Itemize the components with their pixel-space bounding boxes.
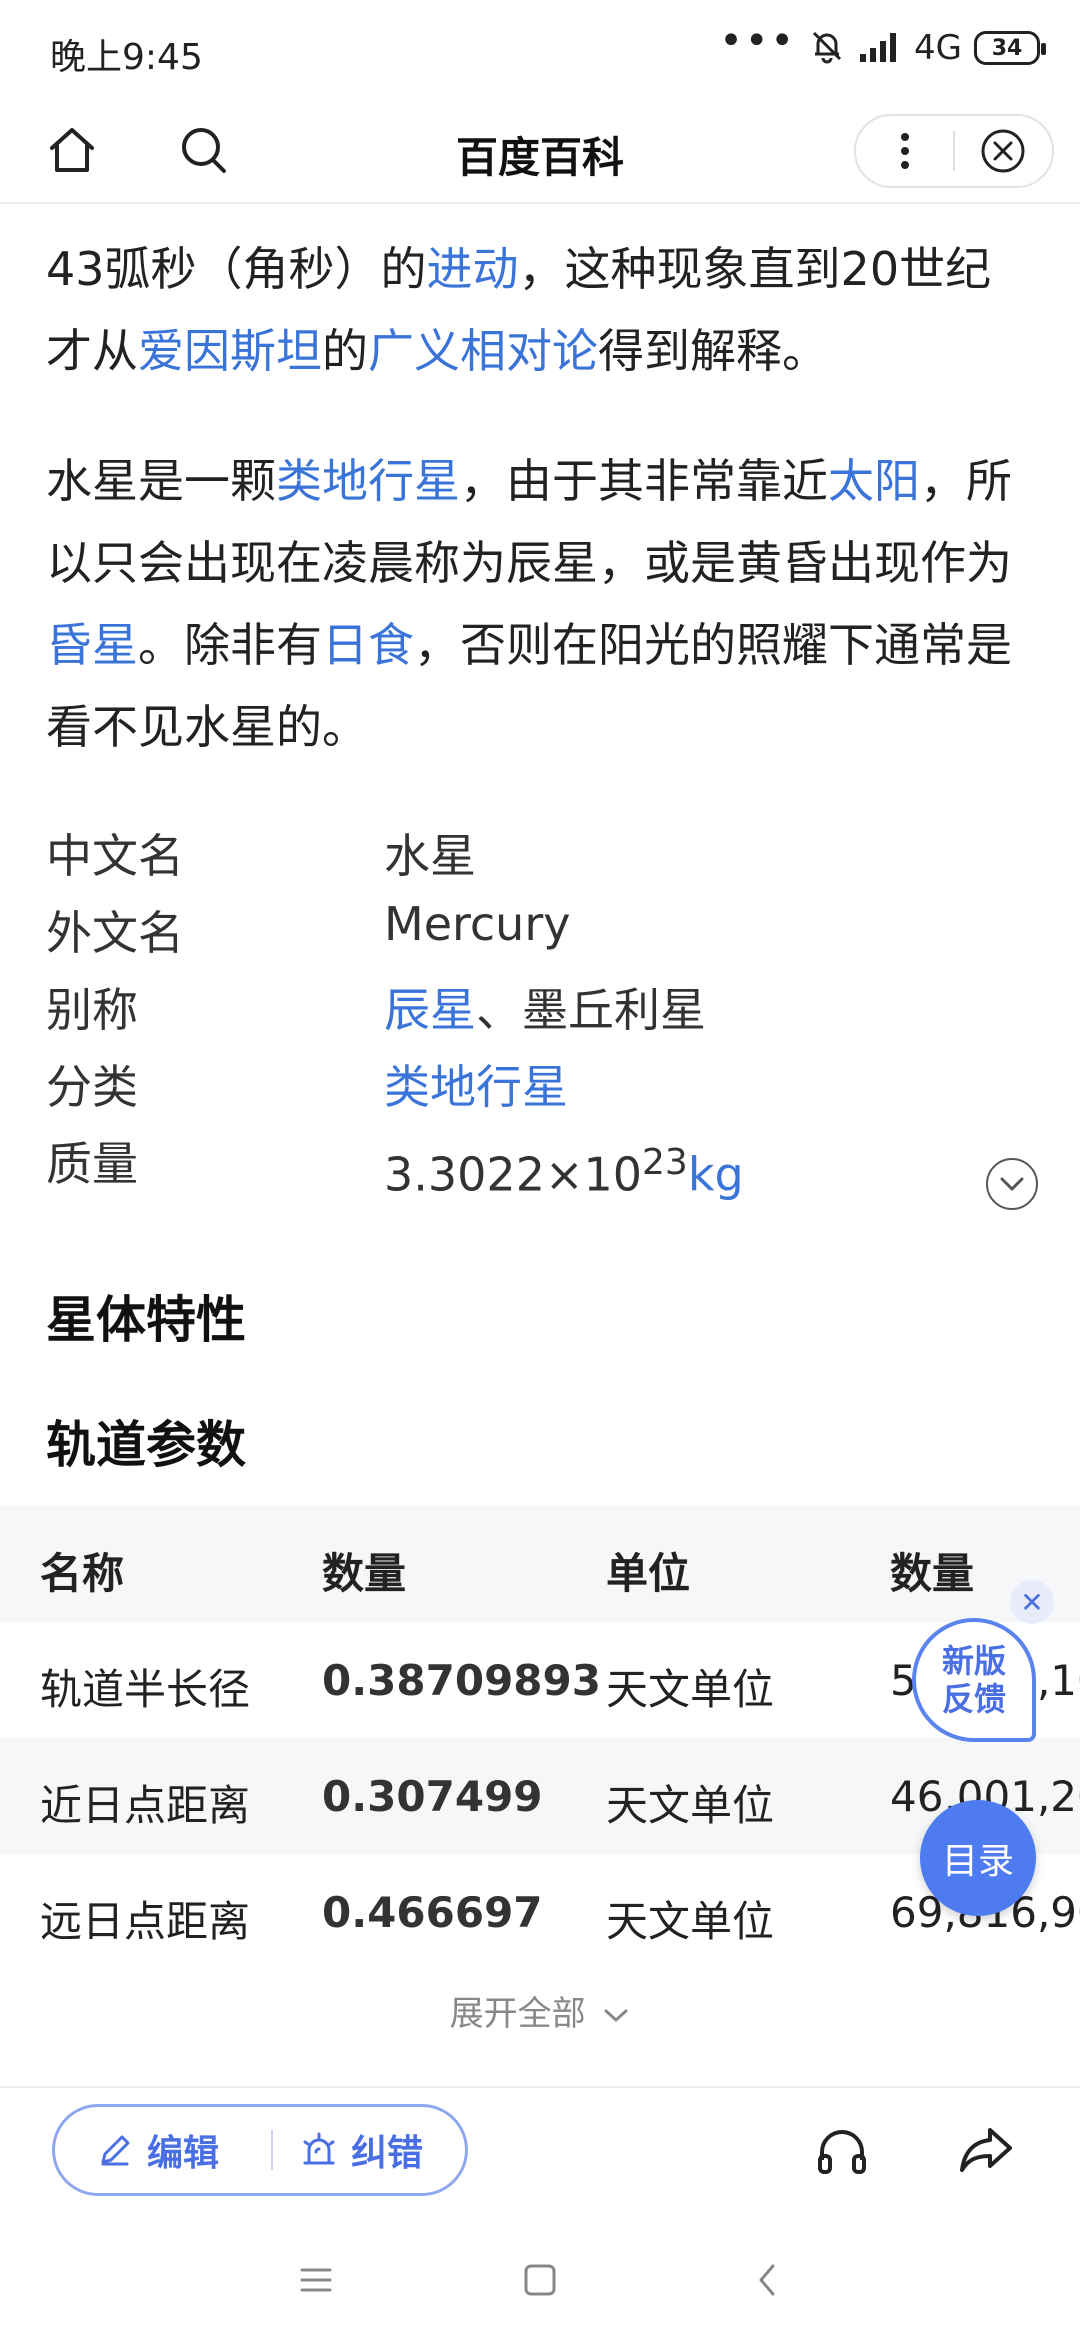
signal-icon (858, 28, 902, 68)
mute-bell-icon (808, 27, 846, 69)
link-eclipse[interactable]: 日食 (322, 618, 414, 672)
edit-label: 编辑 (147, 2133, 220, 2174)
new-version-feedback-button[interactable]: 新版 反馈 (912, 1618, 1036, 1742)
article-paragraph-2: 水星是一颗类地行星，由于其非常靠近太阳，所以只会出现在凌晨称为辰星，或是黄昏出现… (46, 440, 1036, 768)
mini-program-capsule (854, 114, 1054, 188)
link-sun[interactable]: 太阳 (828, 454, 920, 508)
table-cell: 0.307499 (322, 1772, 543, 1821)
info-value: 类地行星 (384, 1051, 568, 1117)
link-einstein[interactable]: 爱因斯坦 (138, 324, 322, 378)
network-type: 4G (914, 28, 962, 68)
info-key: 别称 (46, 983, 138, 1037)
basic-info-box: 中文名 水星 外文名 Mercury 别称 辰星、墨丘利星 分类 类地行星 质量… (46, 820, 1036, 1205)
info-value: 3.3022×1023kg (384, 1142, 744, 1201)
expand-all-button[interactable]: 展开全部 (0, 1986, 1080, 2035)
status-time: 晚上9:45 (50, 37, 203, 78)
table-row: 远日点距离 0.466697 天文单位 69,816,90 (0, 1854, 1080, 1970)
status-icons: ••• 4G 34 (719, 21, 1046, 70)
table-header-row: 名称 数量 单位 数量 (0, 1506, 1080, 1622)
info-key: 分类 (46, 1060, 138, 1114)
chevron-down-icon (604, 2009, 628, 2021)
alarm-light-icon (303, 2132, 335, 2165)
feedback-label-2: 反馈 (941, 1680, 1006, 1718)
text-span: 、墨丘利星 (476, 983, 706, 1037)
table-of-contents-button[interactable]: 目录 (920, 1800, 1036, 1916)
section-heading-physical: 星体特性 (46, 1291, 246, 1349)
text-span: ，由于其非常靠近 (460, 454, 828, 508)
status-bar: 晚上9:45 ••• 4G 34 (0, 0, 1080, 96)
table-header-cell: 单位 (606, 1549, 691, 1598)
text-span: 水星是一颗 (46, 454, 276, 508)
info-row-category: 分类 类地行星 (46, 1051, 1036, 1128)
bottom-action-bar: 编辑 纠错 (0, 2086, 1080, 2210)
pill-divider (271, 2130, 273, 2170)
section-heading-orbit: 轨道参数 (46, 1416, 246, 1474)
link-general-relativity[interactable]: 广义相对论 (368, 324, 598, 378)
home-square-icon[interactable] (510, 2250, 570, 2310)
pencil-icon (101, 2135, 130, 2166)
info-value: Mercury (384, 897, 571, 951)
mass-base: 3.3022×10 (384, 1147, 643, 1202)
table-cell: 天文单位 (606, 1781, 775, 1830)
feedback-close-button[interactable]: ✕ (1010, 1580, 1054, 1624)
info-key: 质量 (46, 1137, 138, 1191)
info-row-chinese-name: 中文名 水星 (46, 820, 1036, 897)
link-terrestrial-planet[interactable]: 类地行星 (276, 454, 460, 508)
info-key: 中文名 (46, 829, 184, 883)
table-header-cell: 数量 (322, 1549, 407, 1598)
text-span: 的 (322, 324, 368, 378)
info-row-foreign-name: 外文名 Mercury (46, 897, 1036, 974)
info-value: 水星 (384, 829, 476, 883)
edit-button[interactable]: 编辑 (95, 2124, 255, 2176)
expand-all-label: 展开全部 (449, 1994, 586, 2034)
edit-report-pill: 编辑 纠错 (52, 2104, 468, 2196)
link-kg[interactable]: kg (688, 1147, 744, 1201)
info-key: 外文名 (46, 906, 184, 960)
battery-icon: 34 (974, 31, 1046, 65)
mass-exponent: 23 (642, 1142, 688, 1183)
menu-icon[interactable] (286, 2250, 346, 2310)
close-icon[interactable] (955, 116, 1052, 186)
text-span: 得到解释。 (598, 324, 828, 378)
report-error-button[interactable]: 纠错 (299, 2124, 423, 2176)
table-cell: 轨道半长径 (40, 1665, 251, 1714)
feedback-label-1: 新版 (941, 1642, 1006, 1680)
orbit-parameters-table: 名称 数量 单位 数量 轨道半长径 0.38709893 天文单位 57,909… (0, 1506, 1080, 1970)
info-row-alias: 别称 辰星、墨丘利星 (46, 974, 1036, 1051)
share-icon[interactable] (950, 2114, 1022, 2186)
report-label: 纠错 (351, 2133, 424, 2174)
table-cell: 0.38709893 (322, 1656, 601, 1705)
link-evening-star[interactable]: 昏星 (46, 618, 138, 672)
link-precession[interactable]: 进动 (427, 242, 519, 296)
table-cell: 近日点距离 (40, 1781, 251, 1830)
link-alias[interactable]: 辰星 (384, 983, 476, 1037)
article-paragraph-1: 43弧秒（角秒）的进动，这种现象直到20世纪才从爱因斯坦的广义相对论得到解释。 (46, 228, 1036, 392)
top-nav-bar: 百度百科 (0, 96, 1080, 204)
system-nav-bar (0, 2210, 1080, 2340)
link-category[interactable]: 类地行星 (384, 1060, 568, 1114)
table-cell: 0.466697 (322, 1888, 543, 1937)
headphones-icon[interactable] (806, 2114, 878, 2186)
more-options-icon[interactable] (856, 116, 953, 186)
table-cell: 天文单位 (606, 1897, 775, 1946)
more-notifications-icon: ••• (719, 18, 797, 64)
info-row-mass: 质量 3.3022×1023kg (46, 1128, 1036, 1205)
back-icon[interactable] (738, 2250, 798, 2310)
table-row: 近日点距离 0.307499 天文单位 46,001,20 (0, 1738, 1080, 1854)
info-value: 辰星、墨丘利星 (384, 974, 706, 1040)
table-header-cell: 数量 (890, 1549, 975, 1598)
table-header-cell: 名称 (40, 1549, 125, 1598)
expand-info-chevron-icon[interactable] (986, 1158, 1038, 1210)
table-cell: 远日点距离 (40, 1897, 251, 1946)
table-cell: 天文单位 (606, 1665, 775, 1714)
text-span: 。除非有 (138, 618, 322, 672)
text-span: 43弧秒（角秒）的 (46, 242, 427, 296)
